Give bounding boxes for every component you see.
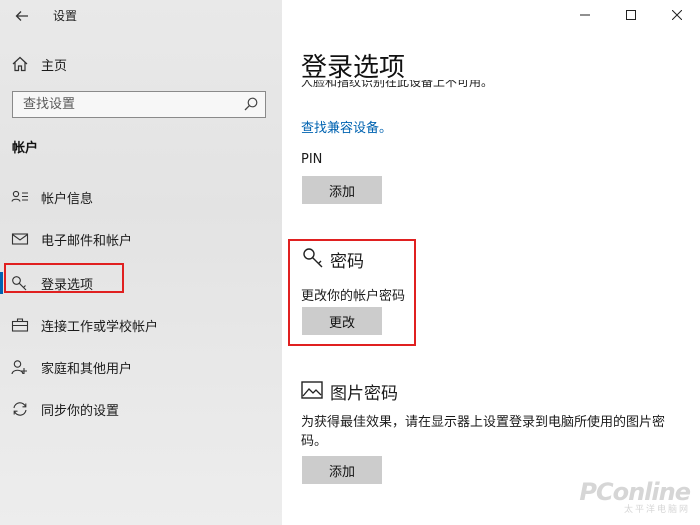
sidebar-item-label: 帐户信息 bbox=[41, 192, 94, 207]
find-compatible-devices-link[interactable]: 查找兼容设备。 bbox=[301, 117, 392, 136]
back-arrow-icon bbox=[15, 11, 28, 21]
picture-password-description: 为获得最佳效果，请在显示器上设置登录到电脑所使用的图片密码。 bbox=[301, 415, 666, 449]
home-label: 主页 bbox=[41, 59, 68, 74]
key-icon bbox=[303, 248, 323, 268]
sidebar-item-label: 登录选项 bbox=[41, 278, 94, 293]
clipped-info-text-content: 人脸和指纹识别在此设备上不可用。 bbox=[301, 80, 494, 89]
back-button[interactable] bbox=[9, 4, 35, 28]
app-title: 设置 bbox=[53, 9, 78, 23]
sidebar-item-label: 家庭和其他用户 bbox=[41, 362, 133, 377]
watermark: PConline 太平洋电脑网 bbox=[579, 478, 691, 515]
sidebar-item-work-school[interactable]: 连接工作或学校帐户 bbox=[0, 305, 282, 345]
pin-add-button[interactable]: 添加 bbox=[302, 176, 382, 204]
briefcase-icon bbox=[11, 318, 29, 332]
key-icon bbox=[12, 276, 27, 291]
search-box[interactable] bbox=[12, 91, 266, 118]
sidebar-home[interactable]: 主页 bbox=[0, 50, 282, 78]
mail-icon bbox=[11, 233, 29, 245]
picture-password-title: 图片密码 bbox=[330, 384, 398, 404]
window-controls bbox=[562, 0, 700, 30]
picture-password-add-button[interactable]: 添加 bbox=[302, 456, 382, 484]
person-card-icon bbox=[11, 190, 28, 202]
sidebar-item-account-info[interactable]: 帐户信息 bbox=[0, 177, 282, 217]
clipped-info-text: 人脸和指纹识别在此设备上不可用。 bbox=[301, 80, 493, 90]
picture-icon bbox=[301, 381, 323, 399]
password-title: 密码 bbox=[330, 252, 364, 272]
minimize-icon bbox=[580, 14, 590, 16]
sidebar-item-label: 电子邮件和帐户 bbox=[41, 234, 133, 249]
sidebar-item-sync[interactable]: 同步你的设置 bbox=[0, 389, 282, 429]
section-title-accounts: 帐户 bbox=[12, 141, 39, 156]
sidebar-item-email[interactable]: 电子邮件和帐户 bbox=[0, 219, 282, 259]
pin-label: PIN bbox=[301, 152, 323, 167]
password-description: 更改你的帐户密码 bbox=[301, 289, 406, 304]
sync-icon bbox=[13, 402, 27, 416]
maximize-icon bbox=[626, 10, 636, 20]
sidebar: 设置 主页 帐户 帐户信息 bbox=[0, 0, 282, 525]
sidebar-item-family[interactable]: 家庭和其他用户 bbox=[0, 347, 282, 387]
password-change-button[interactable]: 更改 bbox=[302, 307, 382, 335]
person-add-icon bbox=[11, 360, 27, 375]
page-title: 登录选项 bbox=[301, 53, 406, 83]
minimize-button[interactable] bbox=[562, 0, 608, 30]
close-icon bbox=[672, 10, 682, 20]
active-indicator bbox=[0, 272, 3, 294]
sidebar-item-label: 连接工作或学校帐户 bbox=[41, 320, 159, 335]
sidebar-item-label: 同步你的设置 bbox=[41, 404, 120, 419]
settings-window: 设置 主页 帐户 帐户信息 bbox=[0, 0, 700, 525]
search-icon[interactable] bbox=[243, 96, 259, 112]
maximize-button[interactable] bbox=[608, 0, 654, 30]
home-icon bbox=[12, 56, 28, 72]
close-button[interactable] bbox=[654, 0, 700, 30]
main-content: 登录选项 人脸和指纹识别在此设备上不可用。 查找兼容设备。 PIN 添加 密码 … bbox=[282, 0, 700, 525]
sidebar-item-sign-in-options[interactable]: 登录选项 bbox=[0, 263, 282, 303]
search-input[interactable] bbox=[13, 92, 243, 116]
titlebar-left: 设置 bbox=[0, 0, 282, 32]
